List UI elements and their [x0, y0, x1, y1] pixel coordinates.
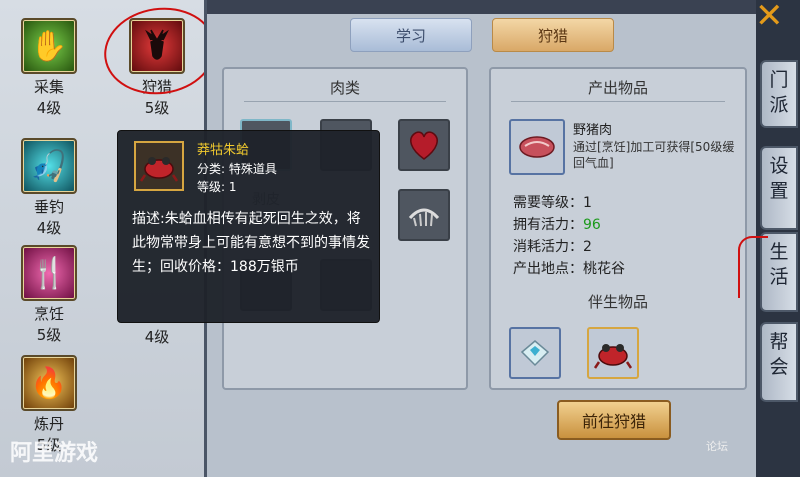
required-level-row: 需要等级：1 [513, 193, 592, 213]
tooltip-item-category: 分类: 特殊道具 [197, 162, 277, 176]
row-label: 产出地点： [513, 261, 583, 277]
skill-level: 4级 [144, 328, 170, 346]
skill-level: 4级 [36, 219, 62, 237]
owned-vitality-row: 拥有活力：96 [513, 215, 601, 235]
alchemy-icon: 🔥 [21, 355, 77, 411]
red-toad-icon [139, 157, 179, 182]
skill-cooking[interactable]: 🍴 烹饪 5级 [4, 245, 94, 344]
fishing-icon: 🎣 [21, 138, 77, 194]
cooking-icon: 🍴 [21, 245, 77, 301]
item-tooltip: 莽牯朱蛤 分类: 特殊道具 等级: 1 描述:朱蛤血相传有起死回生之效，将此物常… [117, 130, 380, 323]
boar-meat-icon [519, 136, 555, 158]
tab-settings[interactable]: 设置 [760, 146, 798, 230]
tooltip-item-level: 等级: 1 [197, 180, 237, 194]
skill-level: 5级 [36, 326, 62, 344]
watermark-right-text: 论坛 [706, 440, 728, 453]
row-label: 拥有活力： [513, 217, 583, 233]
close-icon[interactable]: ✕ [755, 0, 795, 36]
divider [244, 101, 446, 102]
tooltip-item-description: 描述:朱蛤血相传有起死回生之效，将此物常带身上可能有意想不到的事情发生；回收价格… [132, 211, 370, 275]
tooltip-item-icon [134, 141, 184, 191]
row-label: 消耗活力： [513, 239, 583, 255]
byproduct-title: 伴生物品 [587, 293, 648, 311]
skill-gather[interactable]: ✋ 采集 4级 [4, 18, 94, 117]
tab-sect[interactable]: 门派 [760, 60, 798, 128]
output-item-desc: 通过[烹饪]加工可获得[50级缓回气血] [573, 140, 735, 170]
gather-icon: ✋ [21, 18, 77, 74]
tab-hunt[interactable]: 狩猎 [492, 18, 614, 52]
skill-level: 4级 [36, 99, 62, 117]
panel-title-bar [207, 0, 763, 14]
skill-name: 垂钓 [33, 198, 64, 216]
row-label: 需要等级： [513, 195, 583, 211]
output-item-name: 野猪肉 [573, 123, 613, 138]
heart-meat-icon [410, 131, 438, 160]
go-hunting-button[interactable]: 前往狩猎 [557, 400, 671, 440]
red-annotation-mark [738, 236, 768, 298]
boar-meat-slot[interactable] [509, 119, 565, 175]
output-items-box: 产出物品 野猪肉 通过[烹饪]加工可获得[50级缓回气血] 需要等级：1 拥有活… [489, 67, 747, 390]
location-row: 产出地点：桃花谷 [513, 259, 625, 279]
ribs-icon [408, 208, 440, 227]
row-value: 2 [583, 239, 592, 255]
skill-level: 5级 [144, 99, 170, 117]
row-value: 桃花谷 [583, 261, 625, 277]
byproduct-slot-toad[interactable] [587, 327, 639, 379]
meat-category-title: 肉类 [329, 79, 360, 97]
divider [511, 101, 725, 102]
tab-study[interactable]: 学习 [350, 18, 472, 52]
tooltip-item-name: 莽牯朱蛤 [197, 143, 250, 158]
meat-slot-heart[interactable] [398, 119, 450, 171]
skill-fishing[interactable]: 🎣 垂钓 4级 [4, 138, 94, 237]
skill-name: 烹饪 [33, 305, 64, 323]
red-toad-icon [593, 344, 633, 369]
cost-vitality-row: 消耗活力：2 [513, 237, 592, 257]
skill-name: 炼丹 [33, 415, 64, 433]
output-title: 产出物品 [587, 79, 648, 97]
watermark-text: 阿里游戏 [10, 441, 99, 466]
crystal-icon [520, 340, 550, 367]
meat-slot-ribs[interactable] [398, 189, 450, 241]
byproduct-slot-crystal[interactable] [509, 327, 561, 379]
skill-name: 采集 [33, 78, 64, 96]
row-value: 96 [583, 217, 601, 233]
tab-guild[interactable]: 帮会 [760, 322, 798, 402]
row-value: 1 [583, 195, 592, 211]
